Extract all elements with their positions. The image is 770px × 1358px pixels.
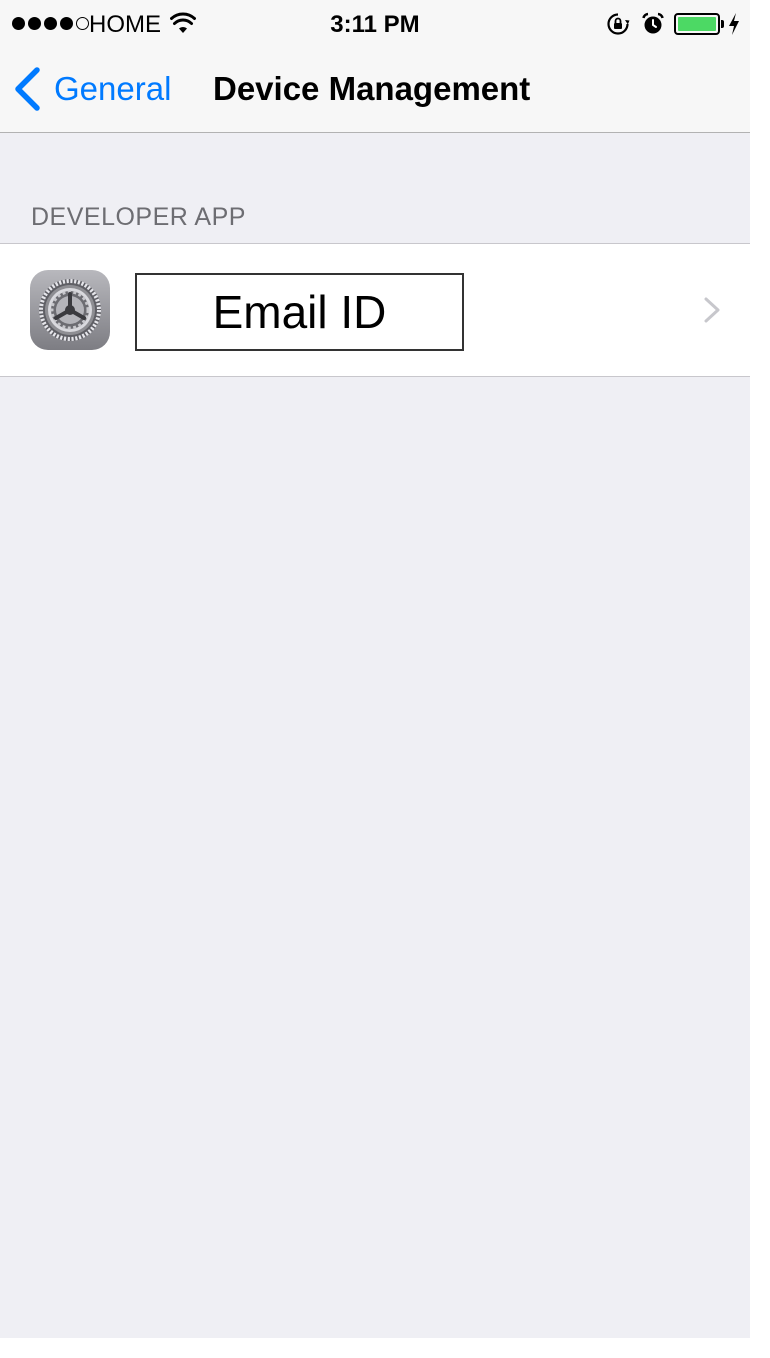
top-bar: HOME 3:11 PM General Device Management — [0, 0, 750, 133]
battery-tip — [721, 20, 724, 28]
status-time: 3:11 PM — [330, 11, 420, 38]
screen: HOME 3:11 PM General Device Management D… — [0, 0, 750, 1338]
alarm-icon — [642, 12, 664, 34]
battery-icon — [674, 13, 720, 35]
developer-app-row[interactable]: Email ID — [0, 244, 750, 376]
back-button-label: General — [54, 70, 172, 107]
page-title: Device Management — [213, 70, 531, 107]
gear-icon — [39, 279, 101, 341]
back-button[interactable]: General — [14, 64, 171, 114]
battery-level — [678, 17, 716, 31]
chevron-left-icon — [15, 67, 40, 111]
orientation-lock-icon — [607, 13, 630, 35]
section-header: DEVELOPER APP — [31, 203, 246, 231]
developer-app-list: Email ID — [0, 243, 750, 377]
settings-gear-icon — [30, 270, 110, 350]
status-bar: HOME 3:11 PM — [0, 0, 750, 48]
charging-bolt-icon — [729, 13, 739, 35]
app-name: Email ID — [135, 273, 464, 351]
chevron-right-icon — [704, 297, 720, 323]
